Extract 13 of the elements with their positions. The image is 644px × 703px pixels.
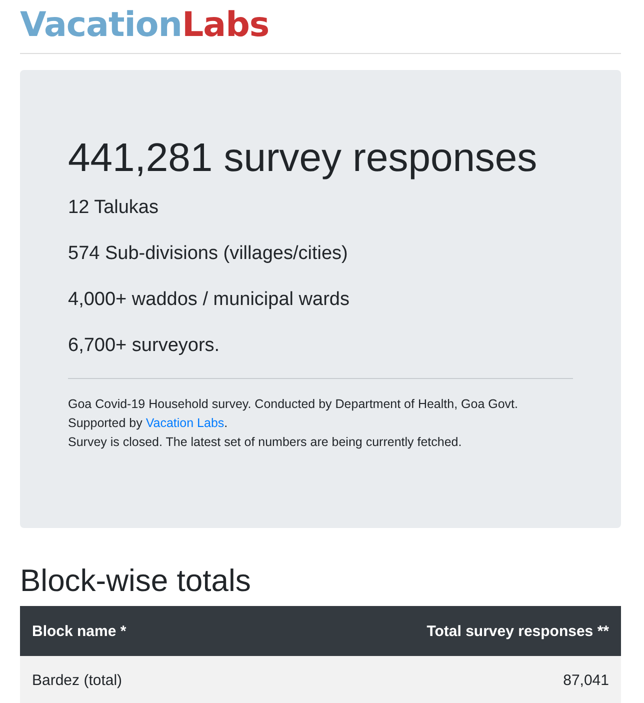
headline: 441,281 survey responses	[68, 135, 538, 182]
stat-text: 12 Talukas	[68, 196, 160, 220]
stat-text: 574 Sub-divisions (villages/cities)	[68, 242, 349, 266]
vacation-labs-link[interactable]: Vacation Labs	[146, 416, 224, 430]
logo: VacationLabs	[20, 4, 270, 46]
stat-text: 4,000+ waddos / municipal wards	[68, 288, 350, 312]
table-cell: 87,041	[563, 672, 609, 688]
survey-note: Goa Covid-19 Household survey. Conducted by Department of Health, Goa Govt. Supported by Vacation Labs. Survey is closed. The latest set of numbers are being currently fetched.	[68, 396, 520, 451]
stat-text: 6,700+ surveyors.	[68, 334, 221, 358]
section-title: Block-wise totals	[20, 562, 252, 600]
column-header: Block name *	[32, 622, 126, 640]
column-header: Total survey responses **	[426, 622, 609, 640]
table-cell: Bardez (total)	[32, 672, 122, 688]
